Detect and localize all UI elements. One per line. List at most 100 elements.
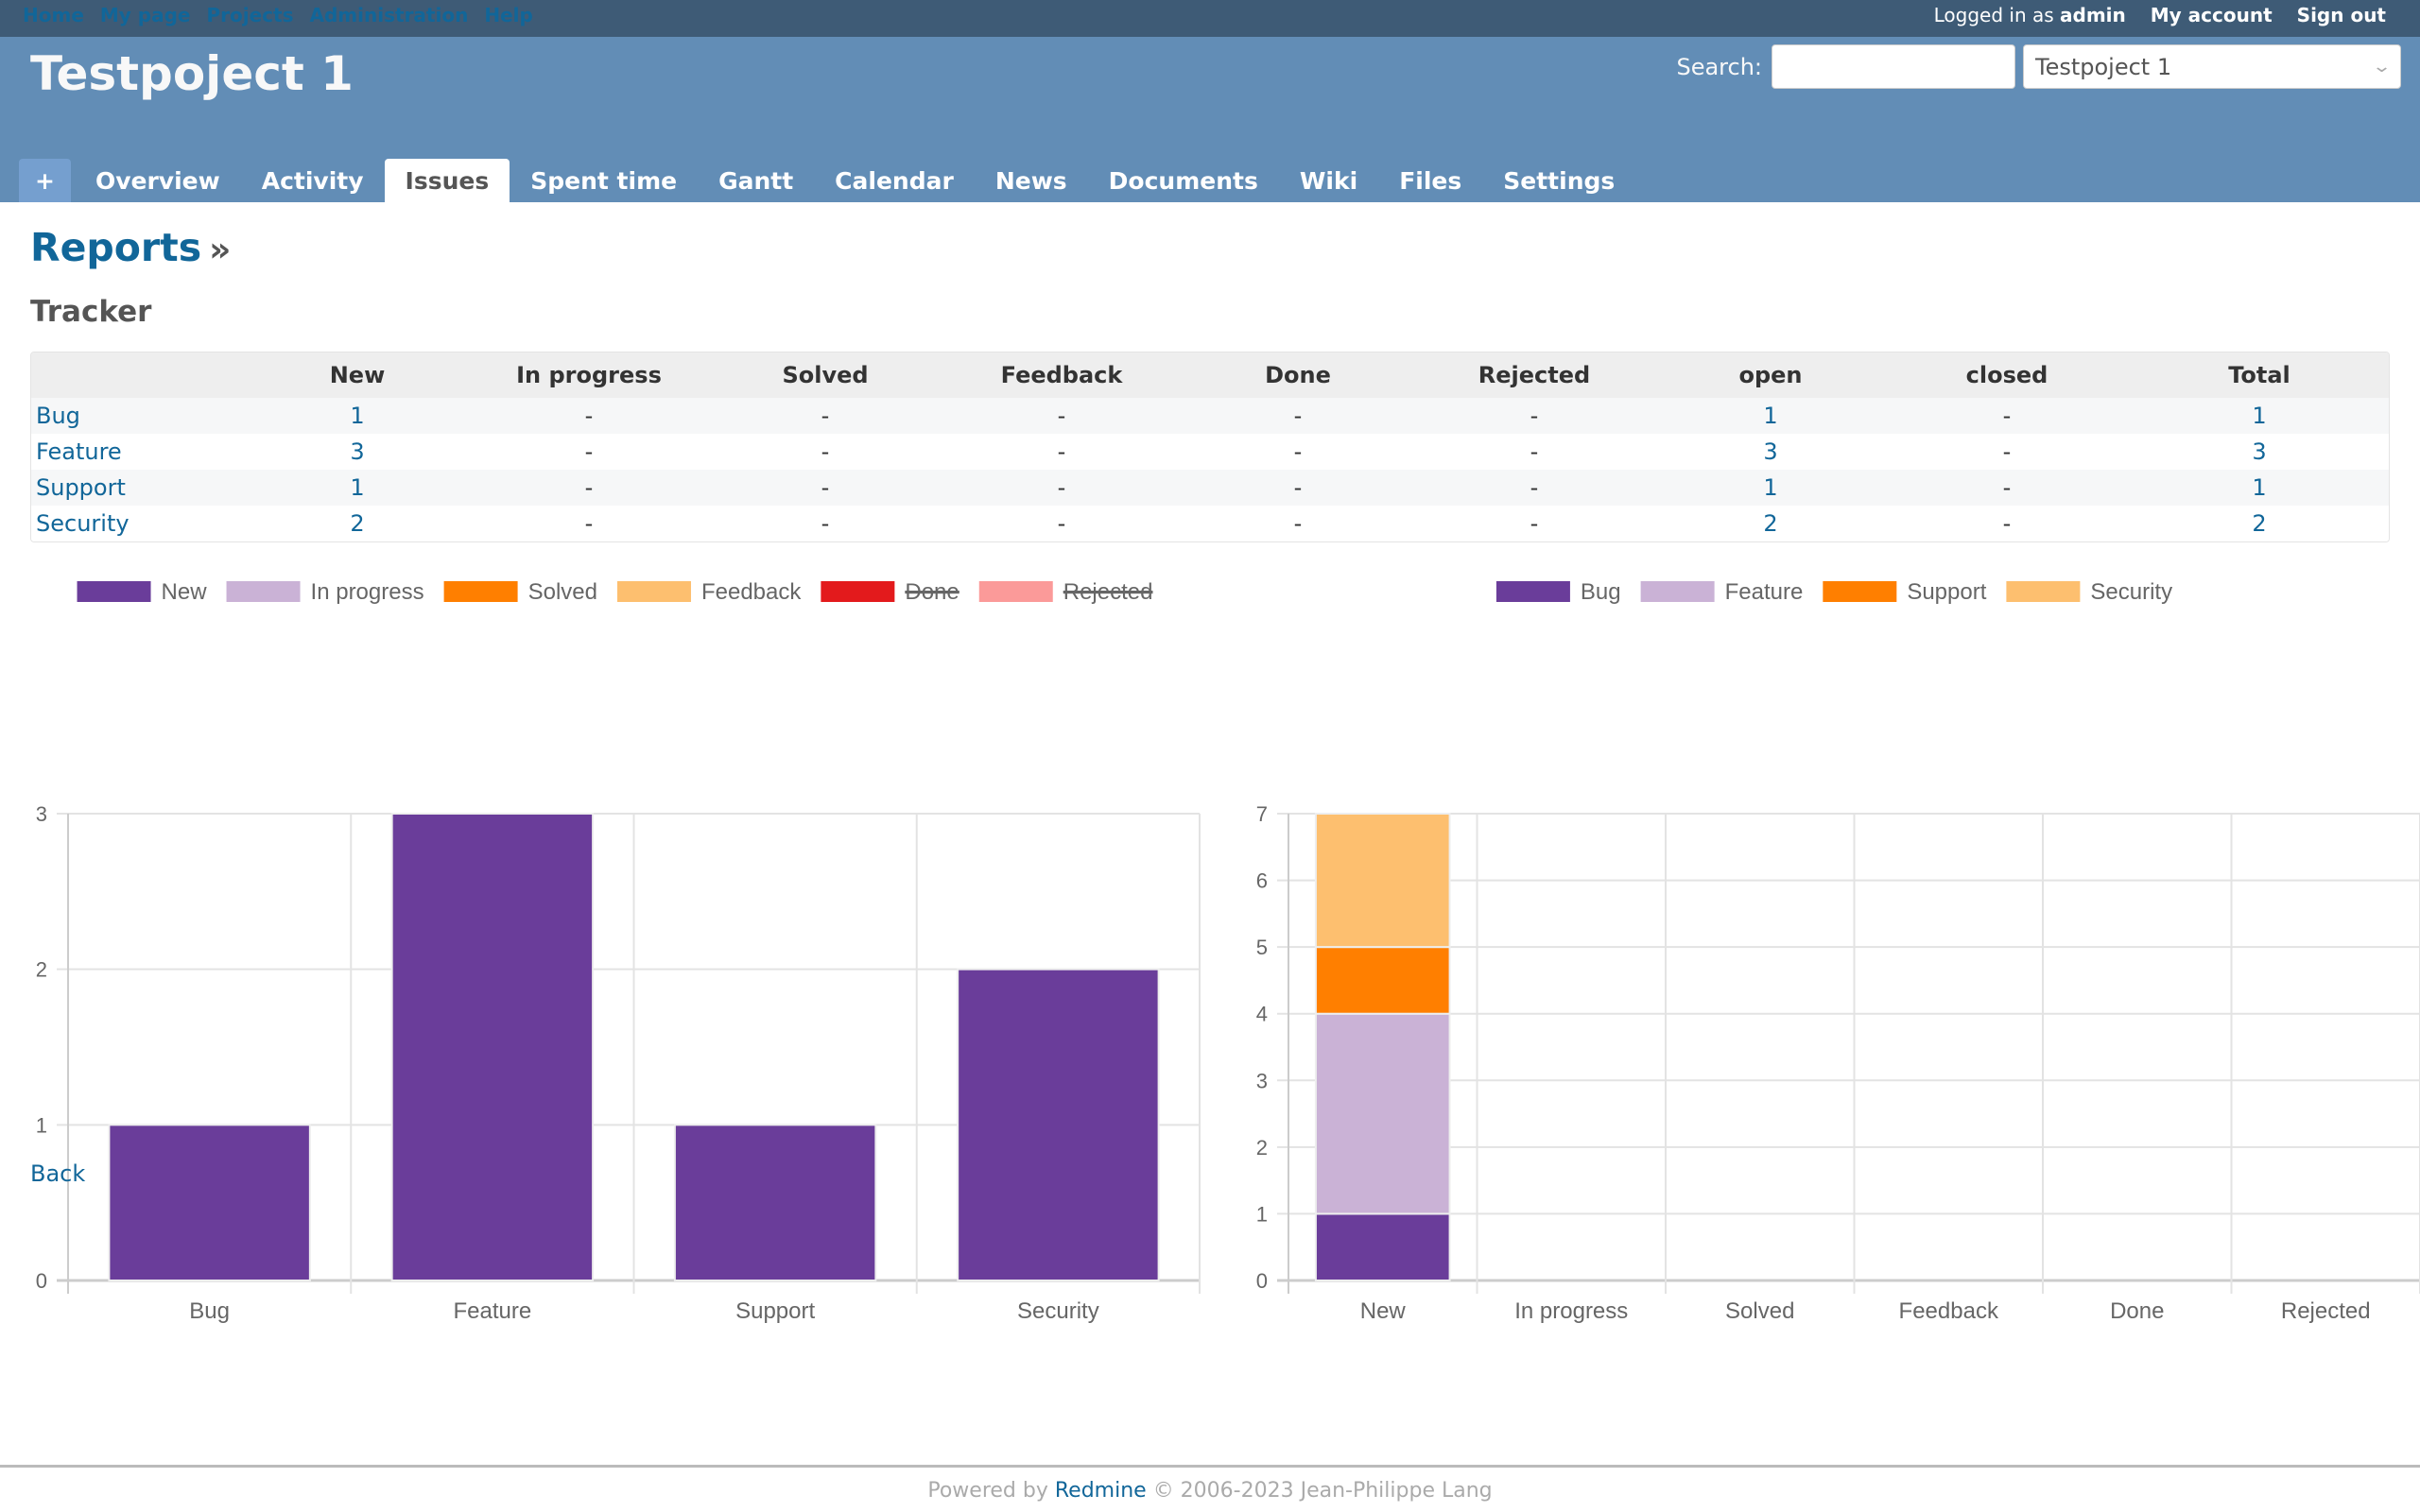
legend-swatch-rejected[interactable] <box>977 579 1055 604</box>
empty-cell-feedback: - <box>939 434 1184 470</box>
legend-swatch-done[interactable] <box>819 579 897 604</box>
tab-calendar[interactable]: Calendar <box>814 159 975 202</box>
search-label[interactable]: Search: <box>1676 54 1762 80</box>
legend-swatch-feature[interactable] <box>1638 579 1717 604</box>
tab-issues[interactable]: Issues <box>384 159 510 202</box>
legend-label-new[interactable]: New <box>162 579 208 605</box>
top-link-help[interactable]: Help <box>484 4 532 26</box>
project-jump-select[interactable]: Testpoject 1 ⌄ <box>2023 44 2401 89</box>
back-link[interactable]: Back <box>30 1160 85 1187</box>
column-header-done: Done <box>1184 352 1411 398</box>
main-menu: + Overview Activity Issues Spent time Ga… <box>19 159 1635 202</box>
top-link-projects[interactable]: Projects <box>207 4 294 26</box>
count-cell-total: 3 <box>2130 434 2389 470</box>
tab-news[interactable]: News <box>975 159 1088 202</box>
tab-spent-time[interactable]: Spent time <box>510 159 698 202</box>
bar-support-new[interactable] <box>673 1124 877 1281</box>
legend-swatch-bug[interactable] <box>1494 579 1572 604</box>
top-link-administration[interactable]: Administration <box>310 4 469 26</box>
column-header-solved: Solved <box>712 352 939 398</box>
legend-swatch-support[interactable] <box>1821 579 1899 604</box>
column-header-open: open <box>1657 352 1884 398</box>
chart-right-svg: Bug Feature Support Security 0 1 2 3 4 5 6 7 New In p… <box>1256 579 2420 1324</box>
empty-cell-feedback: - <box>939 470 1184 506</box>
tab-overview[interactable]: Overview <box>75 159 241 202</box>
empty-cell-rejected: - <box>1411 398 1657 434</box>
project-jump-value: Testpoject 1 <box>2035 53 2172 80</box>
bar-bug-new[interactable] <box>108 1124 311 1281</box>
legend-swatch-new[interactable] <box>75 579 153 604</box>
bar-new-security[interactable] <box>1314 813 1451 949</box>
empty-cell-in-progress: - <box>466 398 712 434</box>
count-link[interactable]: 3 <box>2252 438 2266 465</box>
count-cell-new: 2 <box>249 506 466 541</box>
legend-label-solved[interactable]: Solved <box>528 579 597 605</box>
sign-out-link[interactable]: Sign out <box>2297 4 2386 26</box>
count-cell-open: 1 <box>1657 470 1884 506</box>
tracker-link[interactable]: Security <box>36 510 130 537</box>
top-link-home[interactable]: Home <box>23 4 84 26</box>
top-menu: Home My page Projects Administration Hel… <box>0 0 2420 37</box>
legend-swatch-solved[interactable] <box>441 579 520 604</box>
legend-label-feature[interactable]: Feature <box>1725 579 1804 605</box>
table-row: Security 2- - - - -2-2 <box>31 506 2389 541</box>
legend-swatch-in-progress[interactable] <box>224 579 302 604</box>
tracker-name-cell: Security <box>31 506 249 541</box>
count-link[interactable]: 1 <box>2252 403 2266 429</box>
tab-documents[interactable]: Documents <box>1088 159 1279 202</box>
count-link[interactable]: 2 <box>1763 510 1777 537</box>
tab-activity[interactable]: Activity <box>241 159 385 202</box>
empty-cell-done: - <box>1184 470 1411 506</box>
top-menu-links: Home My page Projects Administration Hel… <box>23 4 533 26</box>
chart-left-svg: New In progress Solved Feedback Done Rejected… <box>36 579 1201 1324</box>
count-link[interactable]: 1 <box>1763 403 1777 429</box>
tab-settings[interactable]: Settings <box>1482 159 1635 202</box>
reports-link[interactable]: Reports <box>30 225 201 270</box>
count-link[interactable]: 1 <box>350 403 364 429</box>
project-title: Testpoject 1 <box>30 46 354 101</box>
tracker-name-cell: Bug <box>31 398 249 434</box>
count-link[interactable]: 3 <box>1763 438 1777 465</box>
legend-label-in-progress[interactable]: In progress <box>311 579 424 605</box>
legend-label-bug[interactable]: Bug <box>1581 579 1621 605</box>
tracker-name-cell: Support <box>31 470 249 506</box>
bar-new-bug[interactable] <box>1314 1212 1451 1282</box>
bar-feature-new[interactable] <box>390 813 595 1281</box>
empty-cell-closed: - <box>1884 398 2130 434</box>
column-header-closed: closed <box>1884 352 2130 398</box>
page-title: Reports» <box>30 225 231 270</box>
legend-label-feedback[interactable]: Feedback <box>701 579 802 605</box>
tracker-link[interactable]: Feature <box>36 438 122 465</box>
legend-label-security[interactable]: Security <box>2090 579 2172 605</box>
redmine-link[interactable]: Redmine <box>1055 1479 1147 1503</box>
legend-swatch-feedback[interactable] <box>614 579 693 604</box>
count-link[interactable]: 2 <box>350 510 364 537</box>
top-link-my-page[interactable]: My page <box>100 4 191 26</box>
empty-cell-closed: - <box>1884 470 2130 506</box>
count-link[interactable]: 2 <box>2252 510 2266 537</box>
empty-cell-in-progress: - <box>466 506 712 541</box>
x-tick-label: Feedback <box>1899 1298 1999 1324</box>
tab-wiki[interactable]: Wiki <box>1279 159 1378 202</box>
logged-in-user[interactable]: admin <box>2060 4 2126 26</box>
legend-label-support[interactable]: Support <box>1907 579 1986 605</box>
count-link[interactable]: 1 <box>2252 474 2266 501</box>
quick-search: Search: Testpoject 1 ⌄ <box>1676 44 2401 89</box>
count-link[interactable]: 1 <box>1763 474 1777 501</box>
new-object-button[interactable]: + <box>19 159 71 202</box>
bar-new-feature[interactable] <box>1314 1012 1451 1215</box>
my-account-link[interactable]: My account <box>2151 4 2273 26</box>
count-link[interactable]: 1 <box>350 474 364 501</box>
bar-new-support[interactable] <box>1314 946 1451 1015</box>
tracker-link[interactable]: Bug <box>36 403 80 429</box>
empty-cell-rejected: - <box>1411 434 1657 470</box>
tab-gantt[interactable]: Gantt <box>698 159 814 202</box>
count-link[interactable]: 3 <box>350 438 364 465</box>
legend-swatch-security[interactable] <box>2004 579 2083 604</box>
tab-files[interactable]: Files <box>1378 159 1482 202</box>
tracker-link[interactable]: Support <box>36 474 126 501</box>
section-title: Tracker <box>30 295 152 329</box>
bar-security-new[interactable] <box>957 968 1160 1281</box>
y-tick-label: 1 <box>36 1113 47 1137</box>
search-input[interactable] <box>1772 44 2015 89</box>
